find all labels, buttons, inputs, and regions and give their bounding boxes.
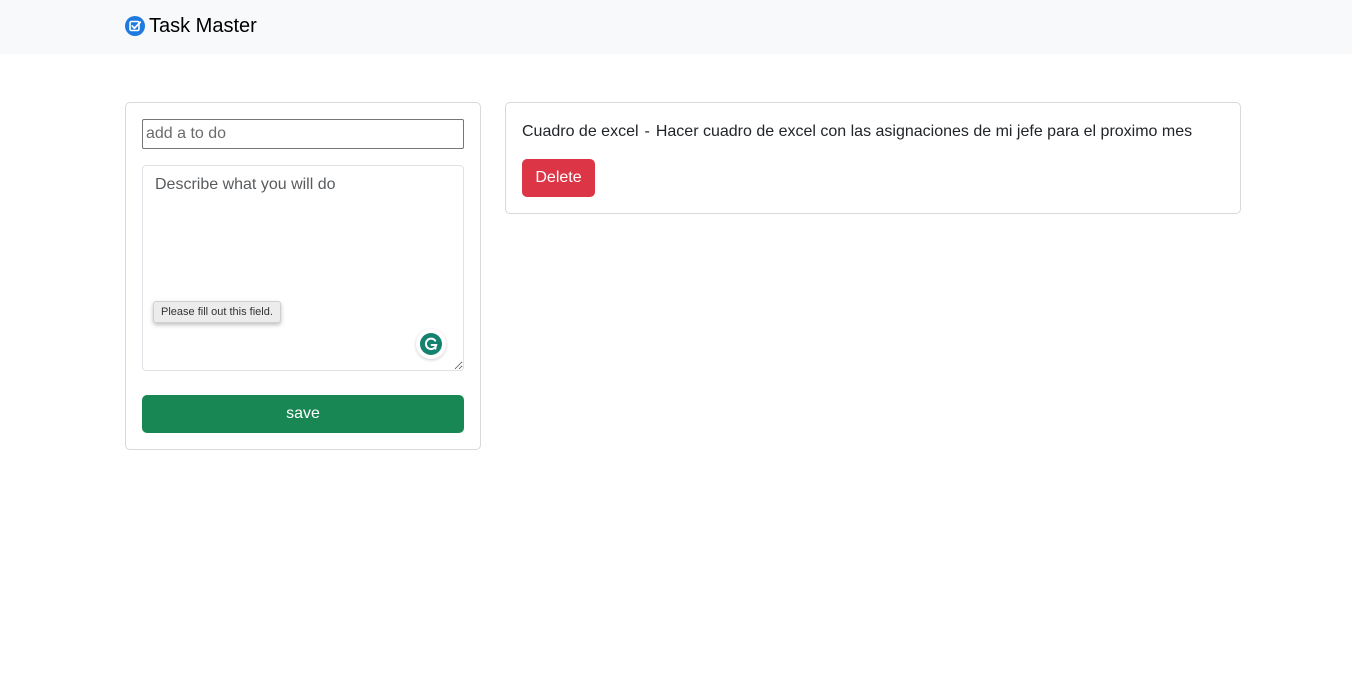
task-card: Cuadro de excel - Hacer cuadro de excel co… (505, 102, 1241, 214)
task-text: Cuadro de excel - Hacer cuadro de excel co… (522, 122, 1192, 142)
task-description: Hacer cuadro de excel con las asignacion… (655, 123, 1193, 140)
new-task-form: Please fill out this field. save (125, 102, 481, 450)
grammarly-icon[interactable] (416, 329, 446, 359)
task-separator: - (644, 123, 650, 140)
task-title-input[interactable] (142, 119, 464, 149)
navbar: Task Master (0, 0, 1352, 54)
task-title: Cuadro de excel (522, 123, 639, 140)
delete-button[interactable]: Delete (522, 159, 595, 197)
validation-tooltip: Please fill out this field. (153, 301, 281, 323)
checkbox-icon (125, 16, 145, 36)
save-button[interactable]: save (142, 395, 464, 433)
brand-title: Task Master (149, 15, 257, 37)
description-wrapper: Please fill out this field. (142, 165, 464, 371)
brand-link[interactable]: Task Master (125, 14, 257, 38)
